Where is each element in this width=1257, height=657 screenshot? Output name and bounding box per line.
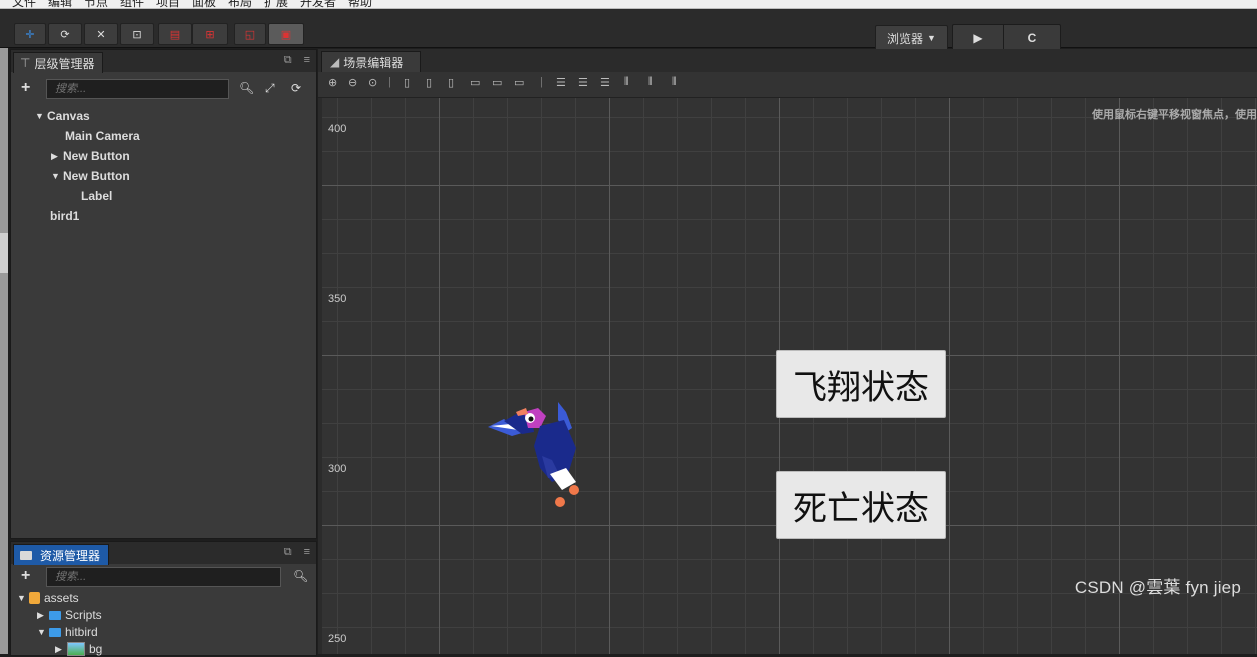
gizmo-toggle-button[interactable]: ◱ <box>234 23 266 45</box>
pivot-icon: ▤ <box>169 28 181 41</box>
menu-panel[interactable]: 面板 <box>192 0 216 8</box>
popout-icon[interactable]: ⧉ <box>284 546 292 559</box>
scale-icon: ✕ <box>96 28 106 41</box>
snap-icon: ▣ <box>280 28 292 41</box>
watermark-text: CSDN @雲葉 fyn jiep <box>1074 578 1241 597</box>
menu-component[interactable]: 组件 <box>120 0 144 8</box>
zoom-reset-icon[interactable]: ⊙ <box>368 76 377 89</box>
menu-layout[interactable]: 布局 <box>228 0 252 8</box>
move-tool-button[interactable]: ✛ <box>14 23 46 45</box>
search-icon[interactable]: 🔍︎ <box>239 81 254 95</box>
scene-viewport[interactable]: 400 350 300 250 使用鼠标右键平移视窗焦点，使用 飞翔状态 死亡状… <box>322 98 1257 654</box>
reload-icon: C <box>1027 31 1037 45</box>
tree-item-new-button-1[interactable]: ▶ New Button <box>51 148 130 164</box>
tab-hierarchy[interactable]: ⊤ 层级管理器 <box>13 52 104 73</box>
coord-toggle-button[interactable]: ⊞ <box>192 23 228 45</box>
align-left-icon[interactable]: ▭ <box>470 76 480 89</box>
main-toolbar: ✛ ⟳ ✕ ⊡ ▤ ⊞ ◱ ▣ 浏览器 ▼ ▶ C <box>0 9 1257 52</box>
assets-db-icon <box>29 592 40 604</box>
add-asset-button[interactable]: + <box>21 567 30 585</box>
rect-tool-button[interactable]: ⊡ <box>120 23 154 45</box>
hierarchy-icon: ⊤ <box>20 56 31 70</box>
separator: | <box>540 76 543 88</box>
menu-icon[interactable]: ≡ <box>304 546 310 559</box>
menu-project[interactable]: 项目 <box>156 0 180 8</box>
window-left-edge <box>0 48 8 654</box>
preview-target-select[interactable]: 浏览器 ▼ <box>875 25 948 51</box>
menu-bar: 文件 编辑 节点 组件 项目 面板 布局 扩展 开发者 帮助 <box>0 0 1257 9</box>
tree-item-bird1[interactable]: bird1 <box>39 208 79 224</box>
scene-editor-panel: ◢ 场景编辑器 ⊕ ⊖ ⊙ | ▯ ▯ ▯ ▭ ▭ ▭ | ☰ ☰ ☰ ⫴ ⫴ … <box>318 49 1257 654</box>
menu-node[interactable]: 节点 <box>84 0 108 8</box>
scene-button-dead[interactable]: 死亡状态 <box>776 471 946 539</box>
coord-icon: ⊞ <box>205 28 215 41</box>
expand-icon[interactable]: ⤢ <box>265 81 275 96</box>
assets-search-input[interactable] <box>46 567 281 587</box>
tree-item-new-button-2[interactable]: ▼ New Button <box>51 168 130 184</box>
rotate-tool-button[interactable]: ⟳ <box>48 23 82 45</box>
rotate-icon: ⟳ <box>60 28 70 41</box>
align-hcenter-icon[interactable]: ▭ <box>492 76 502 89</box>
folder-icon <box>49 610 61 620</box>
folder-icon <box>49 627 61 637</box>
distribute-vcenter-icon[interactable]: ☰ <box>578 76 588 89</box>
distribute-bottom-icon[interactable]: ☰ <box>600 76 610 89</box>
scene-icon: ◢ <box>330 55 340 69</box>
pivot-toggle-button[interactable]: ▤ <box>158 23 192 45</box>
scene-hint-text: 使用鼠标右键平移视窗焦点，使用 <box>1092 109 1257 121</box>
separator: | <box>388 76 391 88</box>
distribute-top-icon[interactable]: ☰ <box>556 76 566 89</box>
assets-panel: 资源管理器 ⧉ ≡ + 🔍︎ ▼ assets ▶ Scripts ▼ hitb… <box>10 541 317 656</box>
zoom-out-icon[interactable]: ⊖ <box>348 76 357 89</box>
asset-item-hitbird[interactable]: ▼ hitbird <box>37 624 98 640</box>
move-icon: ✛ <box>25 28 35 41</box>
asset-item-scripts[interactable]: ▶ Scripts <box>37 607 102 623</box>
menu-help[interactable]: 帮助 <box>348 0 372 8</box>
zoom-in-icon[interactable]: ⊕ <box>328 76 337 89</box>
asset-item-bg[interactable]: ▶ bg <box>55 641 102 657</box>
hierarchy-panel: ⊤ 层级管理器 ⧉ ≡ + 🔍︎ ⤢ ⟳ ▼ Canvas Main Camer… <box>10 49 317 539</box>
menu-icon[interactable]: ≡ <box>304 54 310 67</box>
menu-developer[interactable]: 开发者 <box>300 0 336 8</box>
play-button[interactable]: ▶ <box>952 24 1004 52</box>
search-icon[interactable]: 🔍︎ <box>293 569 308 583</box>
distribute-right-icon[interactable]: ⫴ <box>672 76 677 89</box>
popout-icon[interactable]: ⧉ <box>284 54 292 67</box>
ruler-label-300: 300 <box>328 463 347 475</box>
snap-toggle-button[interactable]: ▣ <box>268 23 304 45</box>
menu-extension[interactable]: 扩展 <box>264 0 288 8</box>
tab-scene-editor[interactable]: ◢ 场景编辑器 <box>321 51 421 72</box>
asset-item-assets[interactable]: ▼ assets <box>17 590 79 606</box>
align-top-icon[interactable]: ▯ <box>404 76 410 89</box>
distribute-hcenter-icon[interactable]: ⫴ <box>648 76 653 89</box>
distribute-left-icon[interactable]: ⫴ <box>624 76 629 89</box>
chevron-down-icon: ▼ <box>927 33 936 43</box>
play-icon: ▶ <box>973 31 983 45</box>
ruler-label-350: 350 <box>328 293 347 305</box>
rect-icon: ⊡ <box>132 28 142 41</box>
reload-button[interactable]: C <box>1003 24 1061 52</box>
scale-tool-button[interactable]: ✕ <box>84 23 118 45</box>
menu-edit[interactable]: 编辑 <box>48 0 72 8</box>
bird-sprite[interactable] <box>482 398 592 518</box>
align-right-icon[interactable]: ▭ <box>514 76 524 89</box>
tree-item-main-camera[interactable]: Main Camera <box>53 128 140 144</box>
tab-assets[interactable]: 资源管理器 <box>13 544 110 565</box>
tree-item-canvas[interactable]: ▼ Canvas <box>35 108 90 124</box>
ruler-label-250: 250 <box>328 633 347 645</box>
hierarchy-search-input[interactable] <box>46 79 229 99</box>
align-bottom-icon[interactable]: ▯ <box>448 76 454 89</box>
tree-item-label[interactable]: Label <box>69 188 112 204</box>
menu-file[interactable]: 文件 <box>12 0 36 8</box>
ruler-label-400: 400 <box>328 123 347 135</box>
scene-button-flying[interactable]: 飞翔状态 <box>776 350 946 418</box>
align-vcenter-icon[interactable]: ▯ <box>426 76 432 89</box>
scene-toolbar: ⊕ ⊖ ⊙ | ▯ ▯ ▯ ▭ ▭ ▭ | ☰ ☰ ☰ ⫴ ⫴ ⫴ <box>318 72 1257 98</box>
gizmo-icon: ◱ <box>244 28 256 41</box>
folder-icon <box>20 550 32 560</box>
refresh-icon[interactable]: ⟳ <box>291 81 301 95</box>
add-node-button[interactable]: + <box>21 79 30 97</box>
